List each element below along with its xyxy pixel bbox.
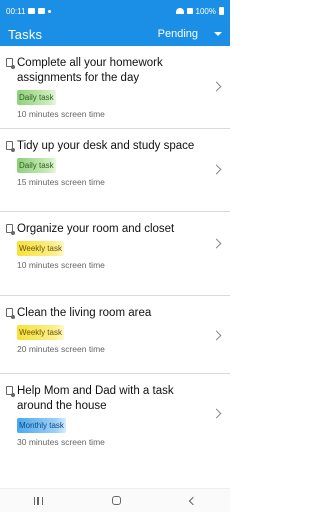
task-title: Help Mom and Dad with a task around the … [17, 385, 174, 412]
document-icon [6, 386, 15, 397]
chevron-right-icon[interactable] [211, 408, 222, 419]
chevron-right-icon[interactable] [211, 164, 222, 175]
back-icon[interactable] [188, 496, 197, 505]
task-list: Complete all your homework assignments f… [0, 46, 230, 453]
task-title: Organize your room and closet [17, 223, 175, 235]
caret-down-icon [214, 32, 222, 36]
task-frequency-badge: Daily task [17, 158, 56, 173]
task-screen-time: 20 minutes screen time [17, 344, 105, 354]
app-bar: Tasks Pending [0, 22, 230, 46]
document-icon [6, 224, 15, 235]
chevron-right-icon[interactable] [211, 81, 222, 92]
home-icon[interactable] [111, 496, 121, 505]
task-row[interactable]: Organize your room and closet Weekly tas… [0, 212, 230, 296]
status-filter-dropdown[interactable]: Pending [158, 28, 222, 40]
status-bar: 00:11 100% [0, 0, 230, 22]
notification-dot-icon [48, 9, 52, 13]
task-screen-time: 30 minutes screen time [17, 437, 105, 447]
document-icon [6, 141, 15, 152]
document-icon [6, 58, 15, 69]
status-right: 100% [175, 6, 224, 16]
task-row[interactable]: Complete all your homework assignments f… [0, 46, 230, 129]
task-row[interactable]: Clean the living room area Weekly task 2… [0, 296, 230, 374]
status-filter-label: Pending [157, 28, 198, 40]
battery-percent: 100% [195, 6, 216, 16]
chevron-right-icon[interactable] [211, 330, 222, 341]
task-title: Tidy up your desk and study space [17, 140, 195, 152]
task-frequency-badge: Weekly task [17, 241, 64, 256]
task-frequency-badge: Monthly task [17, 418, 66, 433]
chevron-right-icon[interactable] [211, 238, 222, 249]
wifi-icon [175, 8, 184, 14]
battery-icon [219, 7, 224, 15]
page-title: Tasks [8, 26, 43, 42]
task-title: Complete all your homework assignments f… [17, 57, 163, 84]
task-screen-time: 10 minutes screen time [17, 109, 105, 119]
task-frequency-badge: Daily task [17, 90, 56, 105]
document-icon [6, 308, 15, 319]
recent-apps-icon[interactable] [34, 496, 44, 505]
youtube-notification-icon [38, 8, 46, 14]
task-row[interactable]: Tidy up your desk and study space Daily … [0, 129, 230, 212]
task-screen-time: 15 minutes screen time [17, 177, 105, 187]
status-left: 00:11 [6, 7, 176, 16]
task-frequency-badge: Weekly task [17, 325, 64, 340]
status-time: 00:11 [6, 6, 26, 16]
task-row[interactable]: Help Mom and Dad with a task around the … [0, 374, 230, 453]
system-nav-bar [0, 488, 230, 512]
task-title: Clean the living room area [17, 307, 152, 319]
image-notification-icon [28, 8, 36, 14]
signal-icon [186, 8, 193, 14]
task-screen-time: 10 minutes screen time [17, 260, 105, 270]
